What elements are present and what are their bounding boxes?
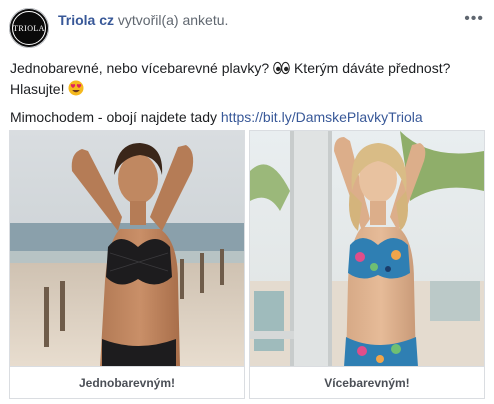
poll-option-2[interactable]: Vícebarevným!	[249, 130, 485, 399]
poll-option-2-label[interactable]: Vícebarevným!	[250, 366, 484, 398]
post-paragraph-1: Jednobarevné, nebo vícebarevné plavky? K…	[10, 59, 486, 101]
post-question: Jednobarevné, nebo vícebarevné plavky?	[10, 60, 270, 76]
post-header: TRIOLA Triola cz vytvořil(a) anketu. •••	[0, 0, 494, 58]
poll-option-1-label[interactable]: Jednobarevným!	[10, 366, 244, 398]
post-link-intro: Mimochodem - obojí najdete tady	[10, 109, 217, 125]
page-avatar[interactable]: TRIOLA	[9, 8, 49, 48]
page-name-link[interactable]: Triola cz	[58, 12, 114, 28]
more-options-icon[interactable]: •••	[464, 10, 484, 28]
post-call-to-vote: Hlasujte!	[10, 81, 65, 97]
floral-print-bikini-photo	[250, 131, 484, 367]
post-body: Jednobarevné, nebo vícebarevné plavky? K…	[10, 59, 486, 127]
heart-eyes-emoji	[68, 80, 84, 101]
shop-link[interactable]: https://bit.ly/DamskePlavkyTriola	[221, 109, 423, 125]
avatar-ring: TRIOLA	[12, 11, 46, 45]
post-question-rest: Kterým dáváte přednost?	[293, 60, 451, 76]
eyes-emoji	[273, 61, 290, 80]
avatar-logo-text: TRIOLA	[13, 23, 45, 33]
black-lace-bikini-photo	[10, 131, 244, 367]
post-action-text: vytvořil(a) anketu.	[117, 12, 229, 28]
post-paragraph-2: Mimochodem - obojí najdete tady https://…	[10, 108, 486, 127]
post-headline: Triola cz vytvořil(a) anketu.	[58, 11, 228, 29]
poll-option-1[interactable]: Jednobarevným!	[9, 130, 245, 399]
